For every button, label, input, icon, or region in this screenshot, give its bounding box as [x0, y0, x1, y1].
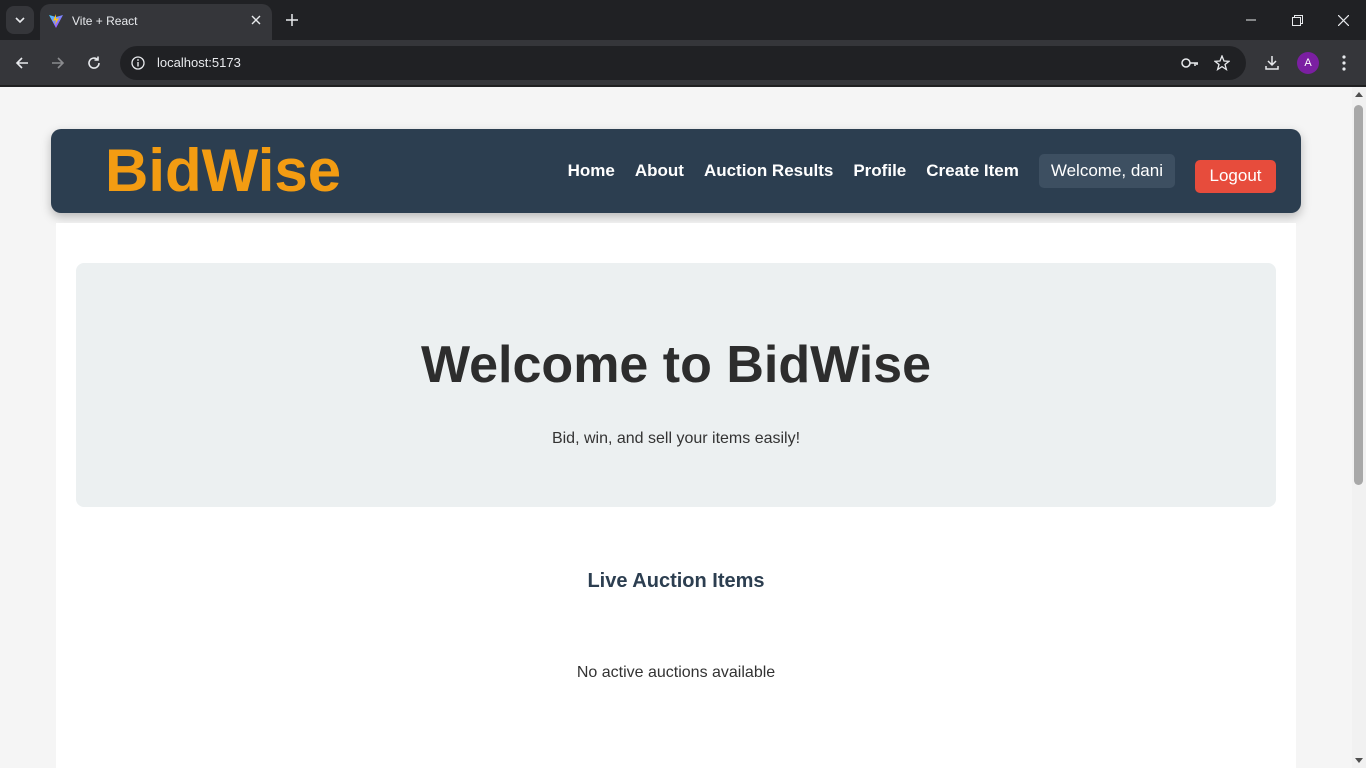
key-icon [1181, 58, 1198, 68]
nav-link-auction-results[interactable]: Auction Results [704, 161, 833, 181]
password-manager-button[interactable] [1178, 51, 1202, 75]
empty-auctions-message: No active auctions available [576, 664, 776, 681]
tab-close-button[interactable] [248, 12, 264, 28]
chevron-down-icon [15, 17, 25, 24]
browser-tab[interactable]: Vite + React [40, 4, 272, 40]
hero-banner: Welcome to BidWise Bid, win, and sell yo… [76, 263, 1276, 507]
scroll-up-arrow[interactable] [1355, 92, 1363, 97]
main-content: Welcome to BidWise Bid, win, and sell yo… [56, 223, 1296, 768]
url-text: localhost:5173 [157, 55, 241, 70]
reload-button[interactable] [80, 49, 108, 77]
scroll-thumb[interactable] [1354, 105, 1363, 485]
nav-link-about[interactable]: About [635, 161, 684, 181]
tab-search-button[interactable] [6, 6, 34, 34]
restore-icon [1291, 14, 1303, 26]
plus-icon [286, 14, 298, 26]
site-info-button[interactable] [126, 51, 150, 75]
downloads-button[interactable] [1258, 49, 1286, 77]
nav-link-home[interactable]: Home [568, 161, 615, 181]
hero-subtitle: Bid, win, and sell your items easily! [551, 430, 801, 447]
page-scrollbar[interactable] [1352, 87, 1366, 768]
address-bar[interactable]: localhost:5173 [120, 46, 1246, 80]
arrow-right-icon [52, 57, 65, 69]
restore-button[interactable] [1274, 0, 1320, 40]
tab-strip: Vite + React [0, 0, 1366, 40]
minimize-icon [1246, 19, 1256, 21]
page-viewport: BidWise Home About Auction Results Profi… [0, 87, 1352, 768]
brand-logo[interactable]: BidWise [105, 139, 341, 203]
hero-title: Welcome to BidWise [421, 336, 931, 394]
logout-button[interactable]: Logout [1195, 159, 1276, 193]
browser-menu-button[interactable] [1330, 49, 1358, 77]
reload-icon [88, 56, 100, 69]
live-auctions-heading: Live Auction Items [587, 570, 765, 592]
new-tab-button[interactable] [280, 6, 304, 34]
nav-link-create-item[interactable]: Create Item [926, 161, 1019, 181]
bookmark-button[interactable] [1210, 51, 1234, 75]
forward-button[interactable] [44, 49, 72, 77]
download-icon [1265, 56, 1279, 70]
close-icon [251, 15, 261, 25]
arrow-left-icon [15, 57, 28, 69]
nav-links: Home About Auction Results Profile Creat… [568, 129, 1301, 213]
browser-toolbar: localhost:5173 A [0, 40, 1366, 86]
nav-link-profile[interactable]: Profile [853, 161, 906, 181]
back-button[interactable] [8, 49, 36, 77]
star-icon [1214, 55, 1230, 71]
tab-title: Vite + React [72, 14, 138, 28]
scroll-down-arrow[interactable] [1355, 758, 1363, 763]
vite-logo-icon [49, 14, 63, 28]
more-vertical-icon [1342, 55, 1346, 71]
profile-avatar[interactable]: A [1297, 52, 1319, 74]
welcome-user-badge: Welcome, dani [1038, 154, 1175, 188]
site-navbar: BidWise Home About Auction Results Profi… [51, 129, 1301, 213]
info-icon [131, 56, 145, 70]
close-window-button[interactable] [1320, 0, 1366, 40]
close-icon [1337, 14, 1349, 26]
minimize-button[interactable] [1228, 0, 1274, 40]
